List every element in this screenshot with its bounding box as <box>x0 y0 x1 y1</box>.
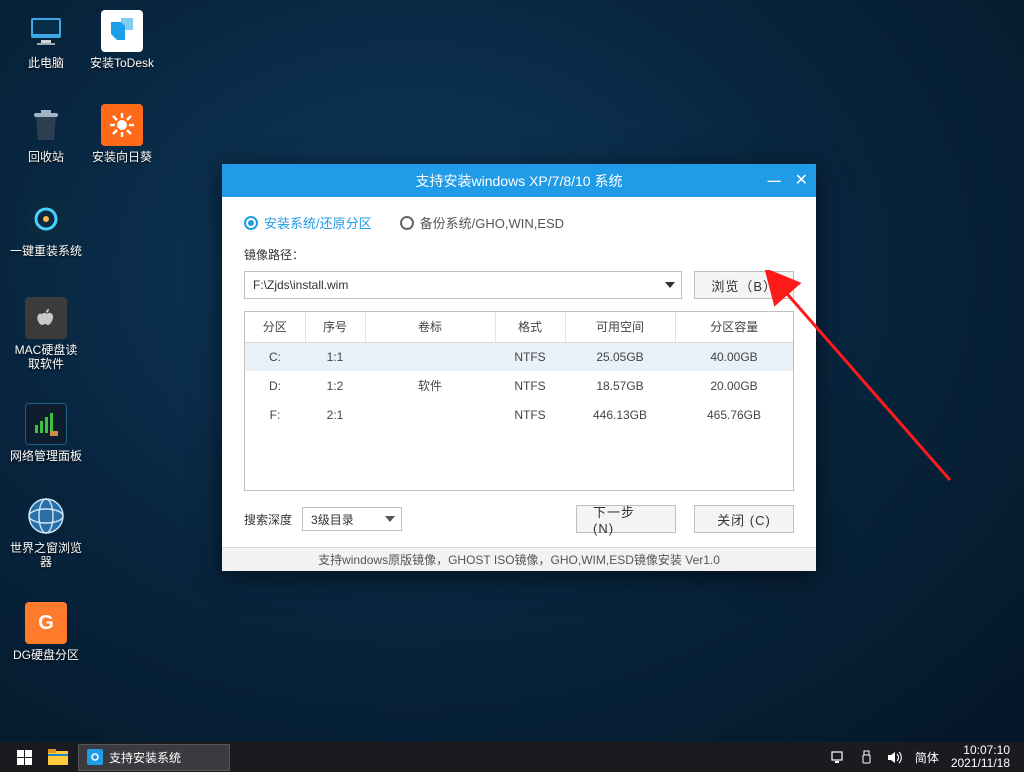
desktop-icon-label: MAC硬盘读取软件 <box>10 343 82 371</box>
cell-idx: 1:2 <box>305 371 365 400</box>
partition-table: 分区 序号 卷标 格式 可用空间 分区容量 C:1:1 NTFS25.05GB40… <box>244 311 794 491</box>
desktop-icon-label: 世界之窗浏览器 <box>10 541 82 569</box>
cell-vol <box>365 400 495 429</box>
desktop-icon-label: 一键重装系统 <box>10 244 82 258</box>
radio-dot-icon <box>244 216 258 230</box>
image-path-value: F:\Zjds\install.wim <box>253 278 348 292</box>
todesk-icon <box>101 10 143 52</box>
apple-icon <box>25 297 67 339</box>
system-tray: 简体 10:07:10 2021/11/18 <box>831 744 1018 770</box>
cell-part: F: <box>245 400 305 429</box>
desktop-icon-network-panel[interactable]: 网络管理面板 <box>10 403 82 463</box>
desktop-icon-sunlogin[interactable]: 安装向日葵 <box>86 104 158 164</box>
th-part: 分区 <box>245 312 305 342</box>
windows-icon <box>17 750 32 765</box>
disk-partition-icon: G <box>25 602 67 644</box>
chevron-down-icon <box>385 516 395 522</box>
desktop-icon-reinstall[interactable]: 一键重装系统 <box>10 198 82 258</box>
titlebar[interactable]: 支持安装windows XP/7/8/10 系统 — ✕ <box>222 164 816 197</box>
search-depth-label: 搜索深度 <box>244 511 292 528</box>
cell-vol: 软件 <box>365 371 495 400</box>
cell-idx: 1:1 <box>305 342 365 371</box>
desktop-icon-this-pc[interactable]: 此电脑 <box>10 10 82 70</box>
desktop-icon-label: 回收站 <box>10 150 82 164</box>
cell-part: C: <box>245 342 305 371</box>
cell-cap: 20.00GB <box>675 371 793 400</box>
desktop-icon-label: 安装向日葵 <box>86 150 158 164</box>
desktop-icon-todesk[interactable]: 安装ToDesk <box>86 10 158 70</box>
th-vol: 卷标 <box>365 312 495 342</box>
taskbar: 支持安装系统 简体 10:07:10 2021/11/18 <box>0 742 1024 772</box>
desktop-icon-browser[interactable]: 世界之窗浏览器 <box>10 495 82 569</box>
search-depth-value: 3级目录 <box>311 511 354 528</box>
taskbar-file-explorer[interactable] <box>42 742 74 772</box>
table-header-row: 分区 序号 卷标 格式 可用空间 分区容量 <box>245 312 793 342</box>
table-row[interactable]: C:1:1 NTFS25.05GB40.00GB <box>245 342 793 371</box>
cell-fmt: NTFS <box>495 371 565 400</box>
close-button[interactable]: ✕ <box>795 173 808 189</box>
radio-install[interactable]: 安装系统/还原分区 <box>244 213 372 232</box>
browse-button[interactable]: 浏览（B） <box>694 271 794 299</box>
mode-radio-group: 安装系统/还原分区 备份系统/GHO,WIN,ESD <box>244 213 794 232</box>
th-idx: 序号 <box>305 312 365 342</box>
cell-idx: 2:1 <box>305 400 365 429</box>
th-fmt: 格式 <box>495 312 565 342</box>
window-title: 支持安装windows XP/7/8/10 系统 <box>416 171 623 191</box>
desktop-icon-label: 此电脑 <box>10 56 82 70</box>
th-free: 可用空间 <box>565 312 675 342</box>
sunflower-icon <box>101 104 143 146</box>
start-button[interactable] <box>6 742 42 772</box>
trash-icon <box>25 104 67 146</box>
status-text: 支持windows原版镜像，GHOST ISO镜像，GHO,WIM,ESD镜像安… <box>318 551 720 568</box>
minimize-button[interactable]: — <box>768 174 781 187</box>
image-path-label: 镜像路径： <box>244 246 794 263</box>
radio-label: 备份系统/GHO,WIN,ESD <box>420 213 564 232</box>
clock[interactable]: 10:07:10 2021/11/18 <box>951 744 1010 770</box>
desktop-icon-mac-disk[interactable]: MAC硬盘读取软件 <box>10 297 82 371</box>
cell-fmt: NTFS <box>495 342 565 371</box>
table-row[interactable]: F:2:1 NTFS446.13GB465.76GB <box>245 400 793 429</box>
ime-indicator[interactable]: 简体 <box>915 749 939 766</box>
network-tray-icon[interactable] <box>831 749 847 765</box>
cell-free: 18.57GB <box>565 371 675 400</box>
taskbar-app-button[interactable]: 支持安装系统 <box>78 744 230 771</box>
cell-vol <box>365 342 495 371</box>
desktop-icon-recycle-bin[interactable]: 回收站 <box>10 104 82 164</box>
gear-icon <box>25 198 67 240</box>
network-icon <box>25 403 67 445</box>
radio-dot-icon <box>400 216 414 230</box>
gear-icon <box>87 749 103 765</box>
radio-label: 安装系统/还原分区 <box>264 213 372 232</box>
globe-icon <box>25 495 67 537</box>
installer-window: 支持安装windows XP/7/8/10 系统 — ✕ 安装系统/还原分区 备… <box>222 164 816 571</box>
desktop-icon-label: DG硬盘分区 <box>10 648 82 662</box>
chevron-down-icon <box>665 282 675 288</box>
image-path-select[interactable]: F:\Zjds\install.wim <box>244 271 682 299</box>
cell-free: 446.13GB <box>565 400 675 429</box>
volume-tray-icon[interactable] <box>887 749 903 765</box>
cell-free: 25.05GB <box>565 342 675 371</box>
next-button[interactable]: 下一步 (N) <box>576 505 676 533</box>
close-dialog-button[interactable]: 关闭 (C) <box>694 505 794 533</box>
th-cap: 分区容量 <box>675 312 793 342</box>
usb-tray-icon[interactable] <box>859 749 875 765</box>
radio-backup[interactable]: 备份系统/GHO,WIN,ESD <box>400 213 564 232</box>
desktop-icon-dg[interactable]: G DG硬盘分区 <box>10 602 82 662</box>
monitor-icon <box>25 10 67 52</box>
cell-part: D: <box>245 371 305 400</box>
desktop-icon-label: 安装ToDesk <box>86 56 158 70</box>
search-depth-select[interactable]: 3级目录 <box>302 507 402 531</box>
clock-date: 2021/11/18 <box>951 757 1010 770</box>
table-row[interactable]: D:1:2软件NTFS18.57GB20.00GB <box>245 371 793 400</box>
desktop-icon-label: 网络管理面板 <box>10 449 82 463</box>
status-bar: 支持windows原版镜像，GHOST ISO镜像，GHO,WIM,ESD镜像安… <box>222 547 816 571</box>
taskbar-app-label: 支持安装系统 <box>109 749 181 766</box>
cell-cap: 40.00GB <box>675 342 793 371</box>
cell-cap: 465.76GB <box>675 400 793 429</box>
cell-fmt: NTFS <box>495 400 565 429</box>
